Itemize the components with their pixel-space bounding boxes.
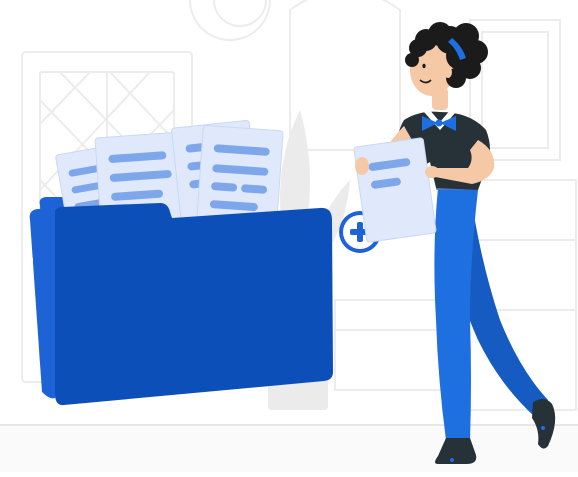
background-frame-inner — [481, 31, 549, 149]
woman-hand — [425, 166, 439, 178]
background-circle — [213, 0, 267, 27]
woman-hand — [355, 157, 369, 175]
folder-front-shade — [29, 208, 55, 399]
illustration-canvas — [0, 0, 578, 472]
woman-ear — [444, 66, 452, 78]
illustration-scene — [0, 0, 578, 472]
document-icon — [353, 137, 437, 243]
woman-eye — [422, 63, 426, 69]
background-side-table — [334, 299, 446, 391]
woman-figure — [353, 22, 556, 464]
folder-front-group — [29, 203, 334, 406]
background-arch — [289, 0, 401, 151]
folder-front — [54, 203, 334, 406]
floor — [0, 425, 578, 472]
